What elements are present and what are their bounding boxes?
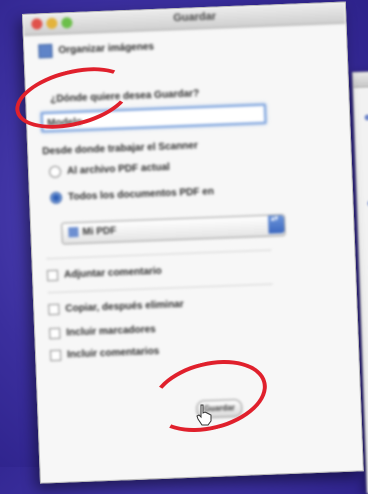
radio-current-pdf-label: Al archivo PDF actual (66, 162, 171, 178)
checkbox-include-comments-label: Incluir comentarios (66, 346, 160, 361)
checkbox-include-bookmarks-label: Incluir marcadores (66, 324, 156, 339)
checkbox-icon (49, 327, 61, 340)
background-radio-icon (364, 114, 368, 121)
background-window-titlebar (353, 70, 368, 88)
checkbox-copy-delete-label: Copiar, después eliminar (65, 299, 184, 315)
hand-pointer-icon (196, 404, 212, 426)
checkbox-include-comments[interactable]: Incluir comentarios (49, 346, 160, 362)
radio-selected-icon (49, 191, 63, 205)
divider (47, 283, 273, 294)
checkbox-icon (46, 269, 59, 282)
divider (46, 249, 272, 260)
radio-icon (48, 165, 62, 179)
title-bar: Guardar (23, 2, 346, 36)
checkbox-icon (48, 303, 60, 316)
radio-current-pdf[interactable]: Al archivo PDF actual (48, 161, 171, 179)
zoom-window-button[interactable] (61, 17, 73, 29)
popup-value: Mi PDF (82, 225, 117, 238)
checkbox-attach-comment-label: Adjuntar comentario (63, 265, 162, 281)
section-header-label: Organizar imágenes (58, 41, 155, 57)
checkbox-copy-delete[interactable]: Copiar, después eliminar (48, 299, 184, 316)
folder-popup-button[interactable]: Mi PDF (61, 214, 286, 245)
checkbox-attach-comment[interactable]: Adjuntar comentario (46, 265, 162, 282)
close-window-button[interactable] (31, 18, 43, 30)
minimize-window-button[interactable] (46, 17, 58, 30)
source-label: Desde donde trabajar el Scanner (42, 140, 199, 158)
window-title: Guardar (173, 10, 217, 25)
checkbox-include-bookmarks[interactable]: Incluir marcadores (49, 324, 156, 340)
radio-all-pdfs[interactable]: Todos los documentos PDF en (49, 186, 215, 205)
pdf-folder-icon (68, 227, 79, 238)
radio-all-pdfs-label: Todos los documentos PDF en (67, 186, 215, 204)
section-checkbox-icon (38, 43, 53, 59)
section-header[interactable]: Organizar imágenes (38, 40, 155, 59)
checkbox-icon (49, 349, 62, 362)
popup-arrows-icon (267, 215, 285, 234)
